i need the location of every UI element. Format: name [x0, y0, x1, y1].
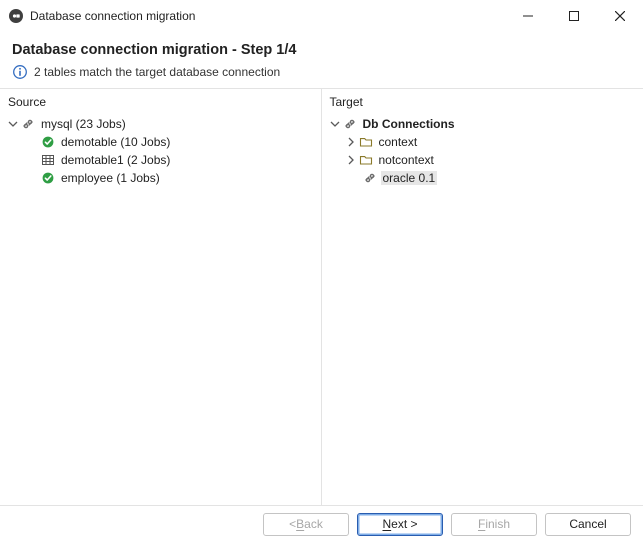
source-item[interactable]: demotable1 (2 Jobs) [0, 151, 321, 169]
target-folder-label: notcontext [377, 153, 436, 167]
source-label: Source [0, 89, 321, 113]
close-button[interactable] [597, 0, 643, 32]
target-selected-label: oracle 0.1 [381, 171, 438, 185]
source-root-label: mysql (23 Jobs) [39, 117, 128, 131]
back-button-pre: < [289, 517, 296, 531]
finish-button-rest: inish [485, 517, 510, 531]
window-controls [505, 0, 643, 32]
connection-icon [362, 170, 378, 186]
target-pane: Target Db Connections [322, 89, 643, 505]
source-root[interactable]: mysql (23 Jobs) [0, 115, 321, 133]
minimize-button[interactable] [505, 0, 551, 32]
target-connection-selected[interactable]: oracle 0.1 [322, 169, 643, 187]
cancel-button-label: Cancel [569, 517, 606, 531]
source-item[interactable]: employee (1 Jobs) [0, 169, 321, 187]
finish-button-u: F [478, 517, 485, 531]
target-folder[interactable]: context [322, 133, 643, 151]
info-icon [12, 64, 28, 80]
target-tree[interactable]: Db Connections context [322, 113, 643, 505]
target-label: Target [322, 89, 643, 113]
source-tree[interactable]: mysql (23 Jobs) demotable (10 Jobs) demo… [0, 113, 321, 505]
target-root-label: Db Connections [361, 117, 457, 131]
source-item-label: demotable1 (2 Jobs) [59, 153, 172, 167]
folder-icon [358, 152, 374, 168]
table-icon [40, 152, 56, 168]
back-button: < Back [263, 513, 349, 536]
back-button-u: B [296, 517, 304, 531]
app-icon [8, 8, 24, 24]
back-button-rest: ack [304, 517, 323, 531]
wizard-header: Database connection migration - Step 1/4… [0, 32, 643, 89]
folder-icon [358, 134, 374, 150]
close-icon [615, 11, 625, 21]
window-title: Database connection migration [30, 9, 195, 23]
connection-icon [342, 116, 358, 132]
source-item-label: demotable (10 Jobs) [59, 135, 172, 149]
source-item[interactable]: demotable (10 Jobs) [0, 133, 321, 151]
next-button[interactable]: Next > [357, 513, 443, 536]
wizard-info: 2 tables match the target database conne… [12, 64, 631, 80]
cancel-button[interactable]: Cancel [545, 513, 631, 536]
source-item-label: employee (1 Jobs) [59, 171, 162, 185]
target-folder[interactable]: notcontext [322, 151, 643, 169]
minimize-icon [523, 11, 533, 21]
wizard-footer: < Back Next > Finish Cancel [0, 506, 643, 542]
source-pane: Source mysql (23 Jobs) [0, 89, 322, 505]
connection-icon [20, 116, 36, 132]
chevron-right-icon[interactable] [344, 135, 358, 149]
chevron-down-icon[interactable] [6, 117, 20, 131]
maximize-button[interactable] [551, 0, 597, 32]
ok-icon [40, 134, 56, 150]
chevron-down-icon[interactable] [328, 117, 342, 131]
finish-button: Finish [451, 513, 537, 536]
wizard-heading: Database connection migration - Step 1/4 [12, 42, 631, 58]
target-folder-label: context [377, 135, 420, 149]
chevron-right-icon[interactable] [344, 153, 358, 167]
wizard-info-text: 2 tables match the target database conne… [34, 65, 280, 79]
next-button-rest: ext > [391, 517, 417, 531]
main-area: Source mysql (23 Jobs) [0, 89, 643, 506]
target-root[interactable]: Db Connections [322, 115, 643, 133]
titlebar: Database connection migration [0, 0, 643, 32]
maximize-icon [569, 11, 579, 21]
ok-icon [40, 170, 56, 186]
next-button-u: N [382, 517, 391, 531]
